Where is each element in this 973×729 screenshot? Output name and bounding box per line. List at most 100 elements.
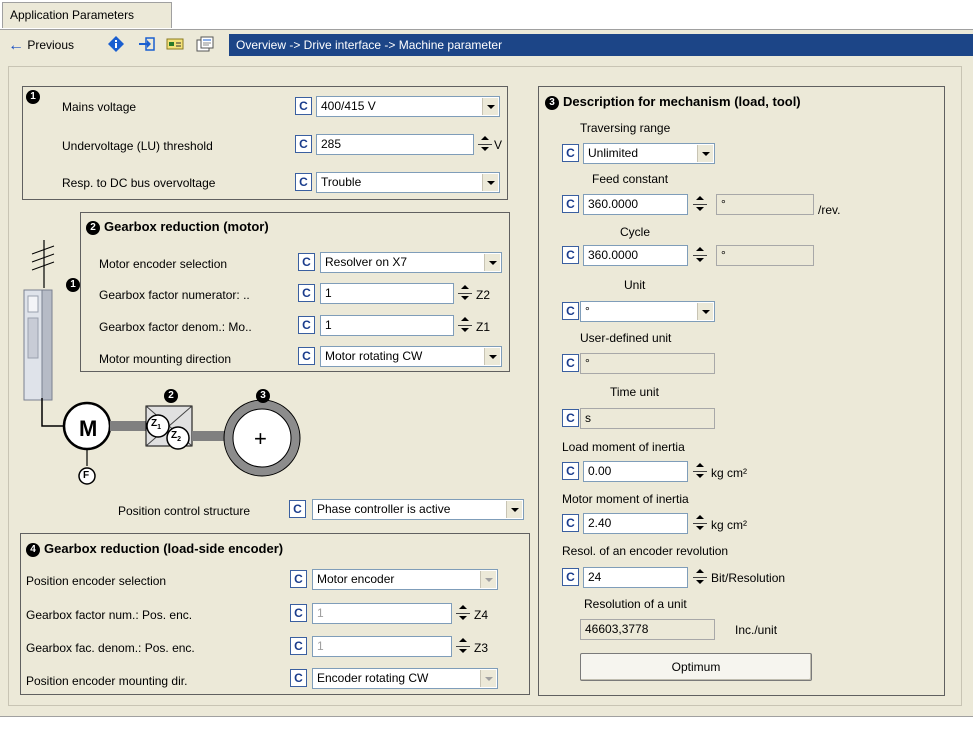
bottom-border (0, 716, 973, 729)
undervoltage-spinner[interactable] (477, 134, 493, 155)
pos-gearbox-numerator-spinner[interactable] (455, 603, 471, 624)
pos-gearbox-denominator-spinner[interactable] (455, 636, 471, 657)
motor-inertia-spinner[interactable] (692, 513, 708, 534)
motor-icon: M (79, 416, 98, 441)
encoder-resolution-c-button[interactable]: C (562, 568, 579, 586)
motor-inertia-label: Motor moment of inertia (562, 492, 689, 506)
encoder-resolution-input[interactable]: 24 (583, 567, 688, 588)
load-inertia-spinner[interactable] (692, 461, 708, 482)
spin-up-icon[interactable] (455, 636, 471, 646)
undervoltage-input[interactable]: 285 (316, 134, 474, 155)
pos-encoder-mounting-label: Position encoder mounting dir. (26, 674, 188, 688)
pos-gearbox-numerator-c-button[interactable]: C (290, 604, 307, 622)
gearbox-numerator-input[interactable]: 1 (320, 283, 454, 304)
spin-down-icon[interactable] (692, 524, 708, 534)
gearbox-numerator-spinner[interactable] (457, 283, 473, 304)
cycle-c-button[interactable]: C (562, 246, 579, 264)
pos-gearbox-denominator-input[interactable]: 1 (312, 636, 452, 657)
unit-dropdown[interactable]: ° (580, 301, 715, 322)
cycle-label: Cycle (620, 225, 651, 239)
tab-application-parameters[interactable]: Application Parameters (2, 2, 172, 28)
position-encoder-label: Position encoder selection (26, 574, 167, 588)
spin-up-icon[interactable] (455, 603, 471, 613)
load-inertia-input[interactable]: 0.00 (583, 461, 688, 482)
pos-gearbox-denominator-label: Gearbox fac. denom.: Pos. enc. (26, 641, 195, 655)
user-defined-unit-c-button[interactable]: C (562, 354, 579, 372)
spin-down-icon[interactable] (457, 294, 473, 304)
spin-down-icon[interactable] (692, 205, 708, 215)
encoder-resolution-spinner[interactable] (692, 567, 708, 588)
motor-mounting-dropdown[interactable]: Motor rotating CW (320, 346, 502, 367)
optimum-button[interactable]: Optimum (580, 653, 812, 681)
gearbox-denominator-input[interactable]: 1 (320, 315, 454, 336)
properties-icon[interactable] (196, 36, 214, 52)
motor-inertia-input[interactable]: 2.40 (583, 513, 688, 534)
spin-up-icon[interactable] (692, 245, 708, 255)
position-encoder-c-button[interactable]: C (290, 570, 307, 588)
spin-up-icon[interactable] (692, 194, 708, 204)
undervoltage-c-button[interactable]: C (295, 135, 312, 153)
traversing-range-c-button[interactable]: C (562, 144, 579, 162)
load-plus-icon: + (254, 426, 267, 451)
time-unit-label: Time unit (610, 385, 659, 399)
feed-constant-c-button[interactable]: C (562, 195, 579, 213)
traversing-range-dropdown[interactable]: Unlimited (583, 143, 715, 164)
cycle-input[interactable]: 360.0000 (583, 245, 688, 266)
spin-up-icon[interactable] (457, 315, 473, 325)
cycle-spinner[interactable] (692, 245, 708, 266)
pos-gearbox-denominator-c-button[interactable]: C (290, 637, 307, 655)
mains-voltage-dropdown[interactable]: 400/415 V (316, 96, 500, 117)
position-control-c-button[interactable]: C (289, 500, 306, 518)
dc-bus-overvoltage-dropdown[interactable]: Trouble (316, 172, 500, 193)
gear-z2-icon: Z2 (171, 430, 182, 443)
feed-constant-spinner[interactable] (692, 194, 708, 215)
time-unit-box: s (580, 408, 715, 429)
load-inertia-unit: kg cm² (711, 466, 747, 480)
spin-down-icon[interactable] (457, 326, 473, 336)
mains-voltage-c-button[interactable]: C (295, 97, 312, 115)
spin-up-icon[interactable] (477, 134, 493, 144)
position-encoder-dropdown[interactable]: Motor encoder (312, 569, 498, 590)
diagram-number-2: 2 (164, 389, 178, 403)
feed-constant-label: Feed constant (592, 172, 669, 186)
motor-inertia-c-button[interactable]: C (562, 514, 579, 532)
card-icon[interactable] (166, 36, 184, 52)
unit-resolution-box: 46603,3778 (580, 619, 715, 640)
exit-icon[interactable] (138, 36, 156, 52)
gear-z1-icon: Z1 (151, 418, 162, 431)
diagram-number-3: 3 (256, 389, 270, 403)
chevron-down-icon (484, 254, 500, 271)
load-inertia-c-button[interactable]: C (562, 462, 579, 480)
unit-c-button[interactable]: C (562, 302, 579, 320)
undervoltage-unit: V (494, 138, 503, 152)
spin-up-icon[interactable] (692, 567, 708, 577)
feedback-icon: F (83, 470, 90, 481)
chevron-down-icon (484, 348, 500, 365)
spin-up-icon[interactable] (692, 461, 708, 471)
dc-bus-overvoltage-c-button[interactable]: C (295, 173, 312, 191)
unit-label: Unit (624, 278, 646, 292)
previous-label: Previous (27, 38, 75, 52)
gearbox-denominator-spinner[interactable] (457, 315, 473, 336)
spin-down-icon[interactable] (455, 647, 471, 657)
pos-encoder-mounting-c-button[interactable]: C (290, 669, 307, 687)
info-diamond-icon[interactable] (108, 36, 126, 52)
unit-resolution-label: Resolution of a unit (584, 597, 687, 611)
time-unit-c-button[interactable]: C (562, 409, 579, 427)
previous-button[interactable]: ← Previous (8, 36, 74, 54)
spin-down-icon[interactable] (477, 145, 493, 155)
pos-gearbox-numerator-input[interactable]: 1 (312, 603, 452, 624)
spin-down-icon[interactable] (692, 472, 708, 482)
spin-down-icon[interactable] (455, 614, 471, 624)
pos-encoder-mounting-dropdown[interactable]: Encoder rotating CW (312, 668, 498, 689)
undervoltage-label: Undervoltage (LU) threshold (62, 139, 213, 153)
spin-up-icon[interactable] (457, 283, 473, 293)
motor-encoder-dropdown[interactable]: Resolver on X7 (320, 252, 502, 273)
spin-down-icon[interactable] (692, 578, 708, 588)
chevron-down-icon (697, 145, 713, 162)
position-control-dropdown[interactable]: Phase controller is active (312, 499, 524, 520)
feed-constant-input[interactable]: 360.0000 (583, 194, 688, 215)
gearbox-numerator-unit: Z2 (476, 288, 491, 302)
spin-down-icon[interactable] (692, 256, 708, 266)
spin-up-icon[interactable] (692, 513, 708, 523)
